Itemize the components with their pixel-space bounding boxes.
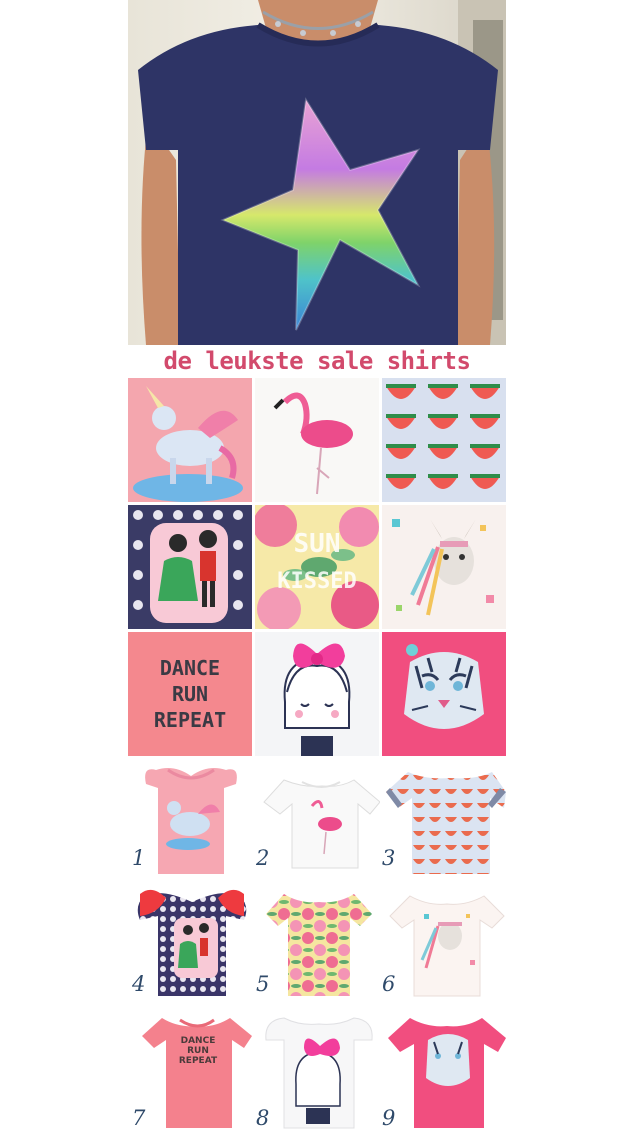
kissed-text: KISSED	[277, 569, 357, 594]
run-text: RUN	[171, 682, 209, 706]
sun-text: SUN	[293, 529, 341, 559]
hero-photo	[128, 0, 506, 345]
product-4[interactable]: 4	[128, 884, 254, 1010]
tiger-print-tile	[382, 632, 506, 756]
product-number-9: 9	[382, 1106, 396, 1130]
product-5[interactable]: 5	[254, 884, 380, 1010]
product-number-8: 8	[256, 1106, 270, 1130]
product-number-5: 5	[256, 972, 270, 996]
dance-text: DANCE	[159, 656, 221, 680]
repeat-text: REPEAT	[153, 708, 227, 732]
flamingo-print-tile	[255, 378, 379, 502]
product-number-6: 6	[382, 972, 396, 996]
print-closeup-grid: SUN KISSED DANCE RUN REPEAT	[128, 378, 506, 756]
product-7-line1: DANCE	[180, 1036, 216, 1046]
product-number-1: 1	[132, 846, 146, 870]
girl-bow-print-tile	[255, 632, 379, 756]
product-number-4: 4	[132, 972, 146, 996]
product-7[interactable]: DANCE RUN REPEAT 7	[128, 1010, 254, 1136]
product-number-2: 2	[256, 846, 270, 870]
product-7-line2: RUN	[187, 1046, 209, 1056]
dancers-print-tile	[128, 505, 252, 629]
dance-run-repeat-tile: DANCE RUN REPEAT	[128, 632, 252, 756]
product-2[interactable]: 2	[254, 758, 380, 884]
product-number-3: 3	[382, 846, 396, 870]
product-6[interactable]: 6	[380, 884, 506, 1010]
collage: de leukste sale shirts SUN KISSED DANCE …	[128, 0, 506, 1137]
unicorn-print-tile	[128, 378, 252, 502]
product-1[interactable]: 1	[128, 758, 254, 884]
product-9[interactable]: 9	[380, 1010, 506, 1136]
product-grid: 1 2 3 4 5 6 DANCE RUN REPEAT 7 8 9	[128, 758, 506, 1137]
fox-print-tile	[382, 505, 506, 629]
product-3[interactable]: 3	[380, 758, 506, 884]
product-8[interactable]: 8	[254, 1010, 380, 1136]
product-7-line3: REPEAT	[178, 1056, 218, 1066]
watermelon-print-tile	[382, 378, 506, 502]
product-number-7: 7	[132, 1106, 146, 1130]
sun-kissed-print-tile: SUN KISSED	[255, 505, 379, 629]
page-title: de leukste sale shirts	[163, 347, 471, 375]
